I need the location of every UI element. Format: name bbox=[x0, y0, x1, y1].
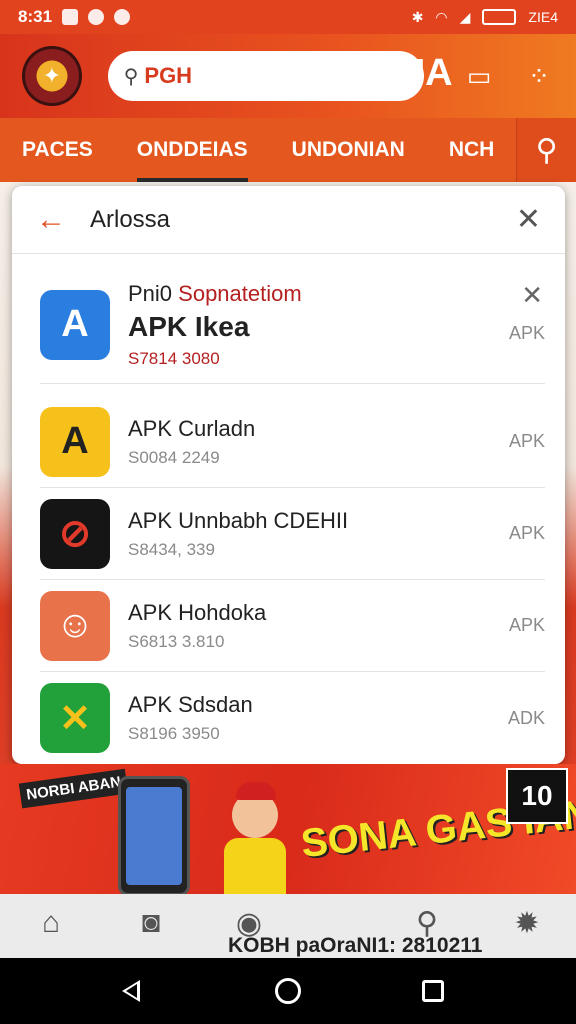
item-tag: APK bbox=[508, 523, 545, 543]
brand-title: Y INDONUA bbox=[240, 52, 453, 94]
system-nav-bar bbox=[0, 958, 576, 1024]
bottom-caption: KOBH paOraNI1: 2810211 bbox=[228, 934, 483, 957]
tab-onddeias[interactable]: ONDDEIAS bbox=[115, 118, 270, 182]
profile-icon[interactable]: ◙ bbox=[134, 906, 168, 940]
list-item[interactable]: ✕ APK Sdsdan S8196 3950 ADK bbox=[40, 672, 545, 764]
tab-label: ONDDEIAS bbox=[136, 138, 248, 161]
signal-icon: ◢ bbox=[459, 8, 471, 25]
status-time: 8:31 bbox=[18, 7, 53, 26]
item-price: S8196 3950 bbox=[128, 724, 220, 743]
recents-icon[interactable] bbox=[422, 980, 444, 1002]
item-subtitle: Pni0 Sopnatetiom bbox=[128, 280, 302, 306]
search-prefix: PGH bbox=[144, 63, 193, 88]
status-right-text: ZIE4 bbox=[528, 9, 558, 25]
item-tag: APK bbox=[508, 323, 545, 343]
bottom-nav: ⌂ ◙ ◉ ⚲ ✹ KOBH paOraNI1: 2810211 bbox=[0, 894, 576, 958]
home-icon[interactable]: ⌂ bbox=[34, 906, 68, 940]
back-icon[interactable] bbox=[120, 978, 142, 1004]
tab-undonian[interactable]: UNDONIAN bbox=[270, 118, 427, 182]
app-icon: ⊘ bbox=[40, 498, 110, 569]
item-name: APK Sdsdan bbox=[128, 692, 253, 717]
item-name: APK Curladn bbox=[128, 415, 256, 441]
list-item[interactable]: A APK Curladn S0084 2249 APK bbox=[40, 396, 545, 488]
item-tag: APK bbox=[508, 615, 545, 635]
remove-item-icon[interactable]: ✕ bbox=[521, 280, 543, 311]
item-tag: ADK bbox=[507, 707, 545, 728]
item-price: S0084 2249 bbox=[128, 447, 220, 467]
item-price: S8434, 339 bbox=[128, 539, 215, 559]
item-name: APK Unnbabh CDEHII bbox=[128, 507, 349, 533]
list-item[interactable]: ⊘ APK Unnbabh CDEHII S8434, 339 APK bbox=[40, 488, 545, 580]
settings-icon[interactable]: ✹ bbox=[510, 906, 544, 940]
banner-left-label: NORBI ABAN bbox=[18, 768, 129, 809]
status-bar: 8:31 ✱ ◠ ◢ ZIE4 bbox=[0, 0, 576, 34]
app-icon: A bbox=[40, 289, 110, 360]
app-logo[interactable]: ✦ bbox=[22, 46, 82, 106]
more-icon[interactable]: ⁘ bbox=[524, 61, 554, 91]
phone-illustration bbox=[118, 776, 190, 894]
app-icon: ✕ bbox=[40, 683, 110, 753]
tab-label: UNDONIAN bbox=[291, 138, 405, 161]
sync-icon bbox=[88, 9, 105, 25]
close-icon[interactable]: ✕ bbox=[516, 202, 541, 237]
tab-label: PACES bbox=[22, 138, 93, 161]
bluetooth-icon: ✱ bbox=[411, 8, 424, 25]
list-item[interactable]: A Pni0 Sopnatetiom APK Ikea S7814 3080 A… bbox=[40, 266, 545, 384]
mail-icon bbox=[62, 9, 79, 25]
dialog-title: Arlossa bbox=[90, 205, 171, 233]
banner-badge: 10 bbox=[506, 768, 568, 824]
item-price: S7814 3080 bbox=[128, 348, 220, 368]
tab-paces[interactable]: PACES bbox=[0, 118, 115, 182]
item-price: S6813 3.810 bbox=[128, 631, 225, 651]
notification-icon bbox=[114, 9, 131, 25]
tab-label: NCH bbox=[448, 138, 495, 161]
promo-banner[interactable]: NORBI ABAN SONA GAS IANDRNAOZ 10 bbox=[0, 764, 576, 894]
app-header: ✦ ⚲ PGH Y INDONUA ▭ ⁘ bbox=[0, 34, 576, 118]
wifi-icon: ◠ bbox=[435, 8, 448, 25]
app-icon: A bbox=[40, 406, 110, 477]
back-arrow-icon[interactable]: ← bbox=[36, 203, 66, 237]
tab-nch[interactable]: NCH bbox=[427, 118, 517, 182]
home-button-icon[interactable] bbox=[275, 978, 301, 1004]
battery-icon bbox=[482, 9, 517, 25]
search-results-dialog: ← Arlossa ✕ A Pni0 Sopnatetiom APK Ikea … bbox=[12, 186, 565, 764]
tab-search-icon[interactable]: ⚲ bbox=[516, 118, 576, 182]
list-item[interactable]: ☺ APK Hohdoka S6813 3.810 APK bbox=[40, 580, 545, 672]
character-illustration bbox=[216, 782, 292, 894]
item-tag: APK bbox=[508, 431, 545, 451]
search-icon: ⚲ bbox=[123, 65, 139, 88]
item-name: APK Ikea bbox=[128, 310, 250, 342]
app-icon: ☺ bbox=[40, 590, 110, 661]
dialog-header: ← Arlossa ✕ bbox=[12, 186, 565, 254]
item-name: APK Hohdoka bbox=[128, 599, 267, 625]
share-icon[interactable]: ▭ bbox=[464, 61, 494, 91]
tab-bar: PACES ONDDEIAS UNDONIAN NCH ⚲ bbox=[0, 118, 576, 182]
